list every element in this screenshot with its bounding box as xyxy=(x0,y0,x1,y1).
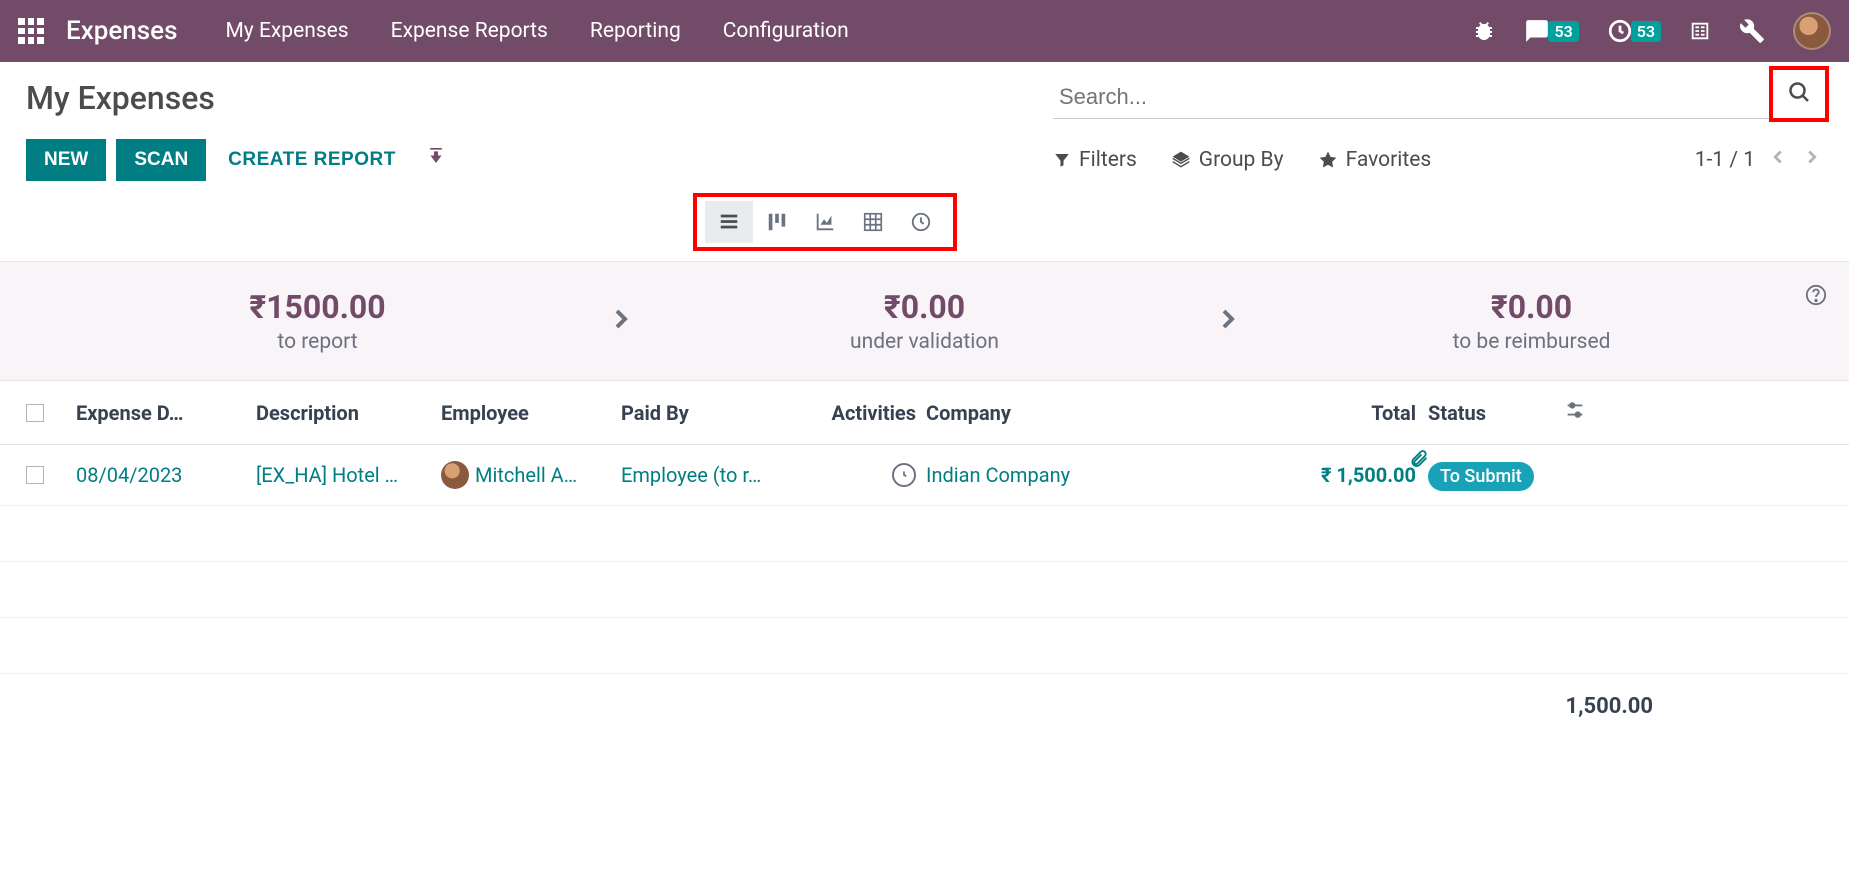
cell-paidby: Employee (to r… xyxy=(621,463,811,487)
header-date[interactable]: Expense D… xyxy=(76,401,256,425)
footer-total: 1,500.00 xyxy=(1443,694,1653,719)
header-status[interactable]: Status xyxy=(1416,401,1546,425)
expense-table: Expense D… Description Employee Paid By … xyxy=(0,381,1849,759)
download-icon[interactable] xyxy=(426,148,446,172)
table-footer: 1,500.00 xyxy=(0,674,1849,759)
chevron-right-icon xyxy=(605,303,637,339)
nav-expense-reports[interactable]: Expense Reports xyxy=(391,19,548,43)
user-avatar[interactable] xyxy=(1793,12,1831,50)
filters-button[interactable]: Filters xyxy=(1053,148,1137,172)
dash-to-reimburse-label: to be reimbursed xyxy=(1244,330,1819,354)
pager-prev-icon[interactable] xyxy=(1767,146,1789,174)
header-activities[interactable]: Activities xyxy=(811,401,916,425)
dash-under-validation-amount: ₹0.00 xyxy=(637,288,1212,326)
messages-icon[interactable]: 53 xyxy=(1524,18,1578,44)
nav-reporting[interactable]: Reporting xyxy=(590,19,681,43)
table-row[interactable]: 08/04/2023 [EX_HA] Hotel … Mitchell A… E… xyxy=(0,445,1849,506)
table-row-empty xyxy=(0,618,1849,674)
view-graph-icon[interactable] xyxy=(801,201,849,243)
groupby-button[interactable]: Group By xyxy=(1171,148,1284,172)
dash-to-report[interactable]: ₹1500.00 to report xyxy=(30,288,605,354)
cell-employee: Mitchell A… xyxy=(441,461,621,489)
help-icon[interactable] xyxy=(1805,284,1827,310)
dash-to-reimburse-amount: ₹0.00 xyxy=(1244,288,1819,326)
new-button[interactable]: NEW xyxy=(26,139,106,181)
dash-to-report-label: to report xyxy=(30,330,605,354)
activities-badge: 53 xyxy=(1631,21,1661,42)
apps-grid-icon[interactable] xyxy=(18,18,44,44)
messages-badge: 53 xyxy=(1548,21,1578,42)
nav-configuration[interactable]: Configuration xyxy=(723,19,849,43)
view-activity-icon[interactable] xyxy=(897,201,945,243)
company-icon[interactable] xyxy=(1689,20,1711,42)
pager-next-icon[interactable] xyxy=(1801,146,1823,174)
dash-to-reimburse[interactable]: ₹0.00 to be reimbursed xyxy=(1244,288,1819,354)
cell-description: [EX_HA] Hotel … xyxy=(256,463,441,487)
header-total[interactable]: Total xyxy=(1206,401,1416,425)
header-employee[interactable]: Employee xyxy=(441,401,621,425)
view-switcher xyxy=(693,193,957,251)
cell-company: Indian Company xyxy=(916,463,1206,487)
select-all-checkbox[interactable] xyxy=(26,404,44,422)
cell-date: 08/04/2023 xyxy=(76,463,256,487)
table-row-empty xyxy=(0,506,1849,562)
nav-my-expenses[interactable]: My Expenses xyxy=(225,19,348,43)
dash-to-report-amount: ₹1500.00 xyxy=(30,288,605,326)
control-panel: My Expenses NEW SCAN CREATE REPORT Filte… xyxy=(0,62,1849,261)
chevron-right-icon xyxy=(1212,303,1244,339)
groupby-label: Group By xyxy=(1199,148,1284,172)
dash-under-validation-label: under validation xyxy=(637,330,1212,354)
row-checkbox[interactable] xyxy=(26,466,44,484)
attachment-icon[interactable] xyxy=(1409,449,1429,474)
status-badge: To Submit xyxy=(1428,462,1534,491)
dash-under-validation[interactable]: ₹0.00 under validation xyxy=(637,288,1212,354)
pager-text[interactable]: 1-1 / 1 xyxy=(1695,148,1755,172)
tools-icon[interactable] xyxy=(1739,18,1765,44)
view-list-icon[interactable] xyxy=(705,201,753,243)
header-company[interactable]: Company xyxy=(916,401,1206,425)
view-pivot-icon[interactable] xyxy=(849,201,897,243)
search-input[interactable] xyxy=(1053,76,1823,119)
cell-total: ₹ 1,500.00 xyxy=(1206,463,1416,487)
optional-columns-icon[interactable] xyxy=(1564,402,1586,426)
top-navbar: Expenses My Expenses Expense Reports Rep… xyxy=(0,0,1849,62)
dashboard-strip: ₹1500.00 to report ₹0.00 under validatio… xyxy=(0,261,1849,381)
view-kanban-icon[interactable] xyxy=(753,201,801,243)
employee-avatar xyxy=(441,461,469,489)
scan-button[interactable]: SCAN xyxy=(116,139,206,181)
search-button[interactable] xyxy=(1769,66,1829,122)
header-description[interactable]: Description xyxy=(256,401,441,425)
cell-status: To Submit xyxy=(1416,463,1546,487)
favorites-label: Favorites xyxy=(1346,148,1432,172)
cell-activities[interactable] xyxy=(811,463,916,487)
create-report-button[interactable]: CREATE REPORT xyxy=(216,139,408,181)
table-row-empty xyxy=(0,562,1849,618)
activities-icon[interactable]: 53 xyxy=(1607,18,1661,44)
table-header: Expense D… Description Employee Paid By … xyxy=(0,381,1849,445)
favorites-button[interactable]: Favorites xyxy=(1318,148,1432,172)
page-title: My Expenses xyxy=(26,79,215,117)
bug-icon[interactable] xyxy=(1472,19,1496,43)
header-paidby[interactable]: Paid By xyxy=(621,401,811,425)
app-name[interactable]: Expenses xyxy=(66,16,177,46)
filters-label: Filters xyxy=(1079,148,1137,172)
